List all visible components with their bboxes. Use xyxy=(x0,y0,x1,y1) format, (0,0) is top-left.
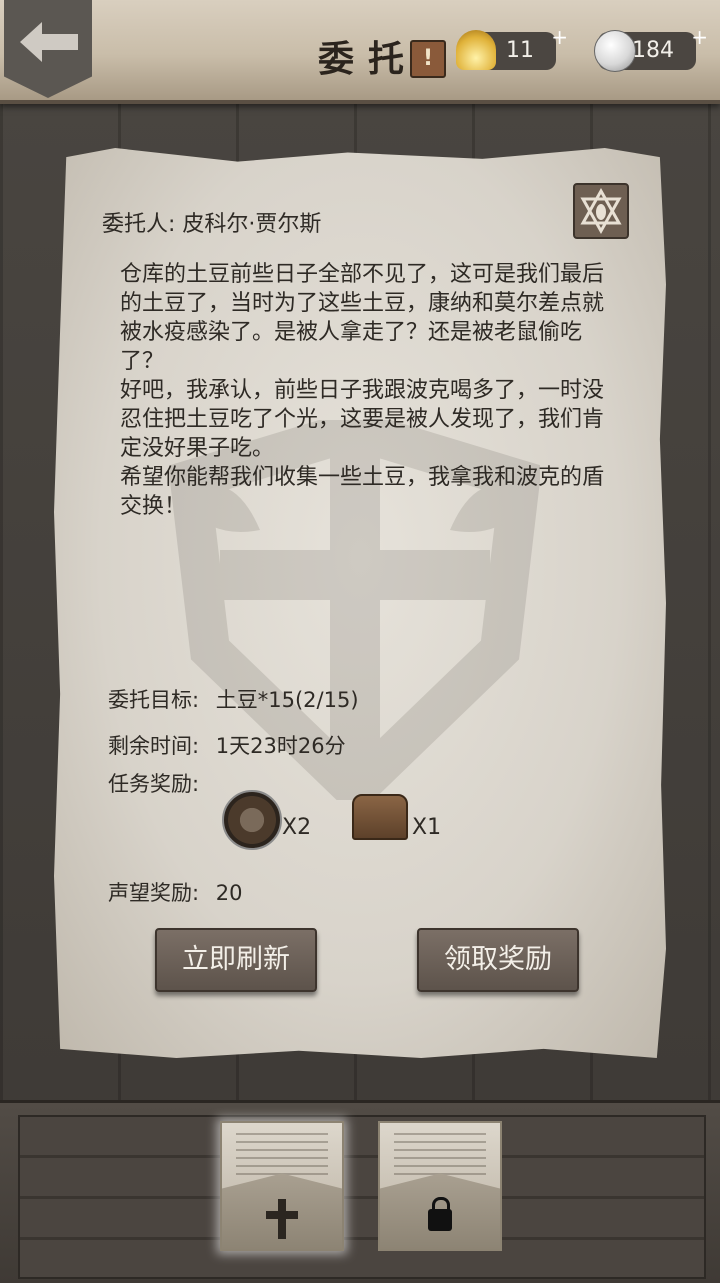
add-shells-icon[interactable]: + xyxy=(551,18,568,56)
top-bar: 委托 ! 11 + 184 + xyxy=(0,0,720,104)
time-row: 剩余时间: 1天23时26分 xyxy=(108,730,346,760)
reputation-row: 声望奖励: 20 xyxy=(108,877,243,907)
reward-qty-shield: X2 xyxy=(282,815,312,840)
add-coins-icon[interactable]: + xyxy=(691,18,708,56)
quest-letter-slot-1[interactable] xyxy=(220,1121,344,1251)
client-name: 委托人: 皮科尔·贾尔斯 xyxy=(102,212,322,237)
rewards-label: 任务奖励: xyxy=(108,772,200,796)
shell-currency[interactable]: 11 + xyxy=(456,25,568,70)
page-title: 委托 xyxy=(318,38,419,80)
shield-icon[interactable] xyxy=(222,790,282,850)
shell-icon xyxy=(456,30,496,70)
time-label: 剩余时间: xyxy=(108,734,200,758)
quest-description: 仓库的土豆前些日子全部不见了，这可是我们最后的土豆了，当时为了这些土豆，康纳和莫… xyxy=(120,262,605,519)
quest-letter-slot-2[interactable] xyxy=(378,1121,502,1251)
coin-icon xyxy=(594,30,636,72)
target-value: 土豆*15(2/15) xyxy=(215,688,359,712)
target-label: 委托目标: xyxy=(108,688,200,712)
time-value: 1天23时26分 xyxy=(215,734,346,758)
coin-count: 184 xyxy=(632,38,674,63)
tray-shelf xyxy=(18,1115,706,1279)
cross-emblem-small-icon xyxy=(266,1199,298,1239)
seal-icon[interactable] xyxy=(573,183,629,239)
reputation-label: 声望奖励: xyxy=(108,881,200,905)
shell-count: 11 xyxy=(506,38,534,63)
quest-tray xyxy=(0,1100,720,1283)
target-row: 委托目标: 土豆*15(2/15) xyxy=(108,684,359,714)
back-button[interactable] xyxy=(4,0,92,98)
alert-badge[interactable]: ! xyxy=(410,40,446,78)
reputation-value: 20 xyxy=(215,881,243,905)
refresh-button[interactable]: 立即刷新 xyxy=(155,928,317,992)
lock-icon xyxy=(428,1197,452,1231)
hexagram-icon xyxy=(580,187,622,235)
chest-icon[interactable] xyxy=(352,794,408,840)
reward-qty-chest: X1 xyxy=(412,815,442,840)
claim-reward-button[interactable]: 领取奖励 xyxy=(417,928,579,992)
coin-currency[interactable]: 184 + xyxy=(594,25,708,72)
back-arrow-icon xyxy=(20,22,78,62)
